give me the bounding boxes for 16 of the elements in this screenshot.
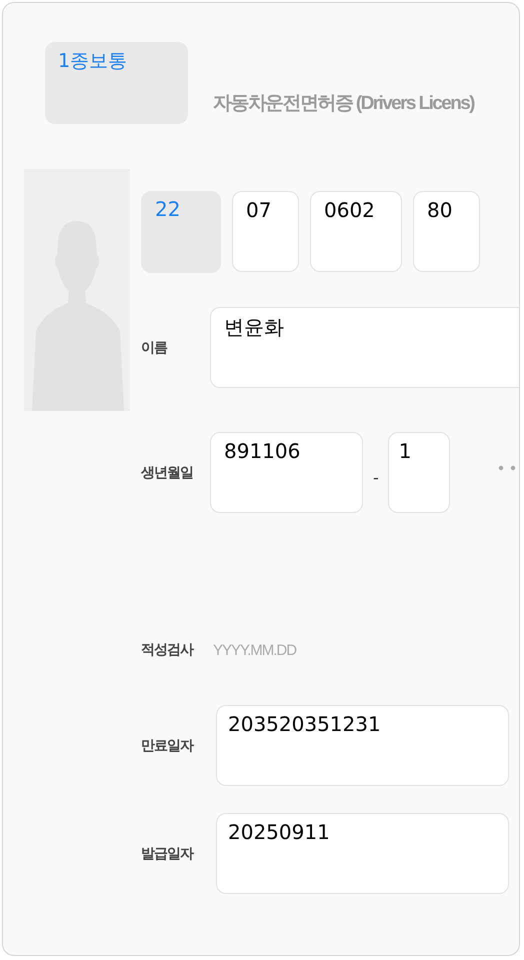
field-label: 만료일자 — [141, 736, 194, 754]
license-title: 자동차운전면허증 (Drivers Licens) — [213, 92, 474, 116]
separator: - — [373, 468, 379, 487]
input-field[interactable]: 891106 — [210, 432, 363, 513]
input-field[interactable]: 변윤화 — [210, 307, 519, 388]
input-field[interactable]: 1 — [388, 432, 450, 513]
input-field[interactable]: 0602 — [310, 191, 402, 272]
input-field[interactable]: 20250911 — [216, 813, 509, 894]
field-label: 생년월일 — [141, 464, 194, 482]
input-field[interactable]: 80 — [413, 191, 480, 272]
input-field[interactable]: 203520351231 — [216, 705, 509, 786]
field-label: 적성검사 — [141, 641, 194, 659]
input-field[interactable]: 07 — [232, 191, 299, 272]
dots-icon — [498, 464, 518, 470]
field-label: 이름 — [141, 338, 168, 356]
field-label: 발급일자 — [141, 844, 194, 862]
